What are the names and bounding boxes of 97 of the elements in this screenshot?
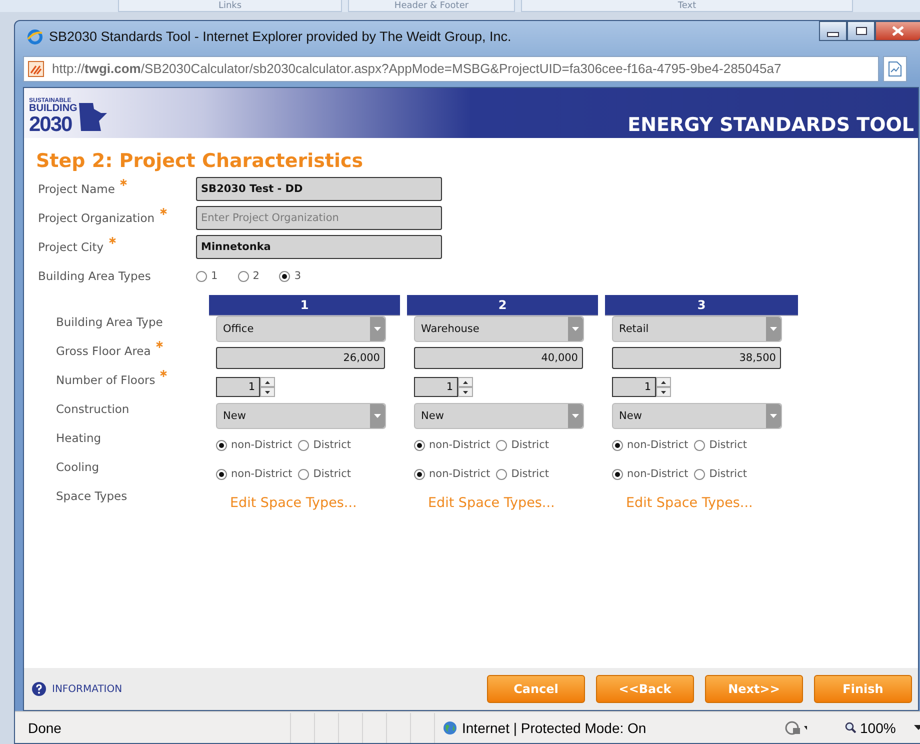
radio-button[interactable] — [414, 468, 425, 480]
zoom-control[interactable]: 100% — [845, 720, 920, 736]
field-label: Gross Floor Area — [56, 344, 151, 358]
dropdown[interactable]: New — [612, 403, 782, 430]
radio-label: District — [511, 439, 549, 452]
column-header: 2 — [407, 294, 598, 316]
radio-button[interactable] — [694, 468, 706, 480]
radio-button[interactable] — [414, 440, 425, 451]
radio-button[interactable] — [496, 468, 508, 480]
globe-icon — [443, 720, 457, 734]
compatibility-button[interactable] — [883, 56, 907, 82]
radio-label: non-District — [627, 439, 688, 452]
spin-up-button[interactable] — [260, 377, 275, 388]
number-field[interactable]: 40,000 — [414, 347, 583, 370]
security-zone-text: Internet | Protected Mode: On — [462, 720, 646, 736]
radio-button[interactable] — [216, 468, 227, 480]
banner-heading: ENERGY STANDARDS TOOL — [628, 114, 915, 138]
radio-button[interactable] — [196, 270, 207, 282]
radio-label: District — [313, 439, 351, 452]
caret-icon — [374, 414, 381, 418]
radio-button[interactable] — [612, 468, 623, 480]
information-link[interactable]: INFORMATION — [52, 684, 122, 695]
radio-label: non-District — [231, 439, 292, 452]
radio-button[interactable] — [216, 440, 227, 451]
up-arrow-icon — [265, 380, 270, 384]
caret-icon — [572, 414, 579, 418]
text-field[interactable]: SB2030 Test - DD — [196, 177, 442, 202]
field-label: Heating — [56, 430, 102, 445]
page-icon — [888, 60, 902, 77]
number-field[interactable]: 26,000 — [216, 347, 385, 370]
field-label: Cooling — [56, 460, 100, 474]
down-arrow-icon — [463, 390, 468, 394]
radio-label: 1 — [211, 270, 218, 282]
radio-label: District — [313, 468, 351, 480]
radio-label: 3 — [294, 270, 302, 282]
column-header: 3 — [605, 294, 798, 316]
step-title: Step 2: Project Characteristics — [36, 150, 364, 172]
close-icon — [892, 26, 904, 36]
caret-icon — [374, 327, 381, 332]
radio-button[interactable] — [279, 270, 290, 282]
radio-label: non-District — [627, 468, 688, 480]
window-title: SB2030 Standards Tool - Internet Explorer provided by The Weidt Group, Inc. — [49, 29, 512, 44]
radio-button[interactable] — [496, 440, 508, 451]
logo-text: 2030 — [29, 114, 73, 135]
dropdown[interactable]: Retail — [612, 316, 782, 342]
address-field[interactable]: http://twgi.com/SB2030Calculator/sb2030calculator.aspx?AppMode=MSBG&ProjectUID=fa306cee-f16a-4795-9be4-285045a7 — [23, 56, 879, 82]
dropdown[interactable]: Office — [216, 316, 386, 342]
caret-icon — [770, 414, 777, 418]
dropdown[interactable]: Warehouse — [414, 316, 584, 342]
text-field[interactable]: Enter Project Organization — [196, 206, 442, 230]
field-label: Building Area Types — [38, 269, 151, 284]
radio-label: 2 — [252, 270, 260, 282]
spin-up-button[interactable] — [656, 377, 671, 388]
field-label: Project Name — [38, 182, 115, 196]
dropdown[interactable]: New — [414, 403, 584, 430]
radio-label: non-District — [429, 439, 490, 452]
minimize-button[interactable] — [819, 21, 847, 41]
spin-up-button[interactable] — [458, 377, 473, 388]
radio-button[interactable] — [694, 440, 706, 451]
radio-label: non-District — [231, 468, 292, 480]
up-arrow-icon — [463, 380, 468, 384]
up-arrow-icon — [661, 380, 666, 384]
maximize-button[interactable] — [847, 21, 875, 41]
down-arrow-icon — [265, 390, 270, 394]
radio-label: District — [709, 439, 747, 452]
radio-label: District — [709, 468, 747, 480]
field-label: Construction — [56, 402, 130, 416]
number-field[interactable]: 38,500 — [612, 347, 781, 370]
radio-button[interactable] — [298, 468, 310, 480]
down-arrow-icon — [661, 390, 666, 394]
spin-down-button[interactable] — [656, 387, 671, 398]
status-text: Done — [27, 720, 62, 736]
browser-icon — [27, 28, 43, 45]
radio-button[interactable] — [612, 440, 623, 451]
page-icon — [28, 60, 44, 77]
zoom-icon — [845, 722, 856, 733]
column-header: 1 — [209, 294, 400, 316]
logo-text: BUILDING — [29, 104, 78, 114]
caret-icon — [572, 327, 579, 332]
spin-down-button[interactable] — [260, 387, 275, 398]
field-label: Building Area Type — [56, 314, 163, 329]
url-text: http://twgi.com/SB2030Calculator/sb2030calculator.aspx?AppMode=MSBG&ProjectUID=fa306cee-f16a-4795-9be4-285045a7 — [52, 61, 782, 76]
radio-label: District — [511, 468, 549, 480]
spin-down-button[interactable] — [458, 387, 473, 398]
radio-button[interactable] — [298, 440, 310, 451]
close-button[interactable] — [875, 21, 920, 41]
caret-icon — [770, 327, 777, 332]
field-label: Number of Floors — [56, 372, 156, 387]
caret-icon — [914, 725, 920, 730]
help-icon — [32, 682, 46, 696]
field-label: Project City — [38, 240, 104, 254]
field-label: Space Types — [56, 488, 128, 503]
text-field[interactable]: Minnetonka — [196, 235, 442, 260]
radio-button[interactable] — [238, 270, 249, 282]
radio-label: non-District — [429, 468, 490, 480]
field-label: Project Organization — [38, 211, 155, 226]
dropdown[interactable]: New — [216, 403, 386, 430]
